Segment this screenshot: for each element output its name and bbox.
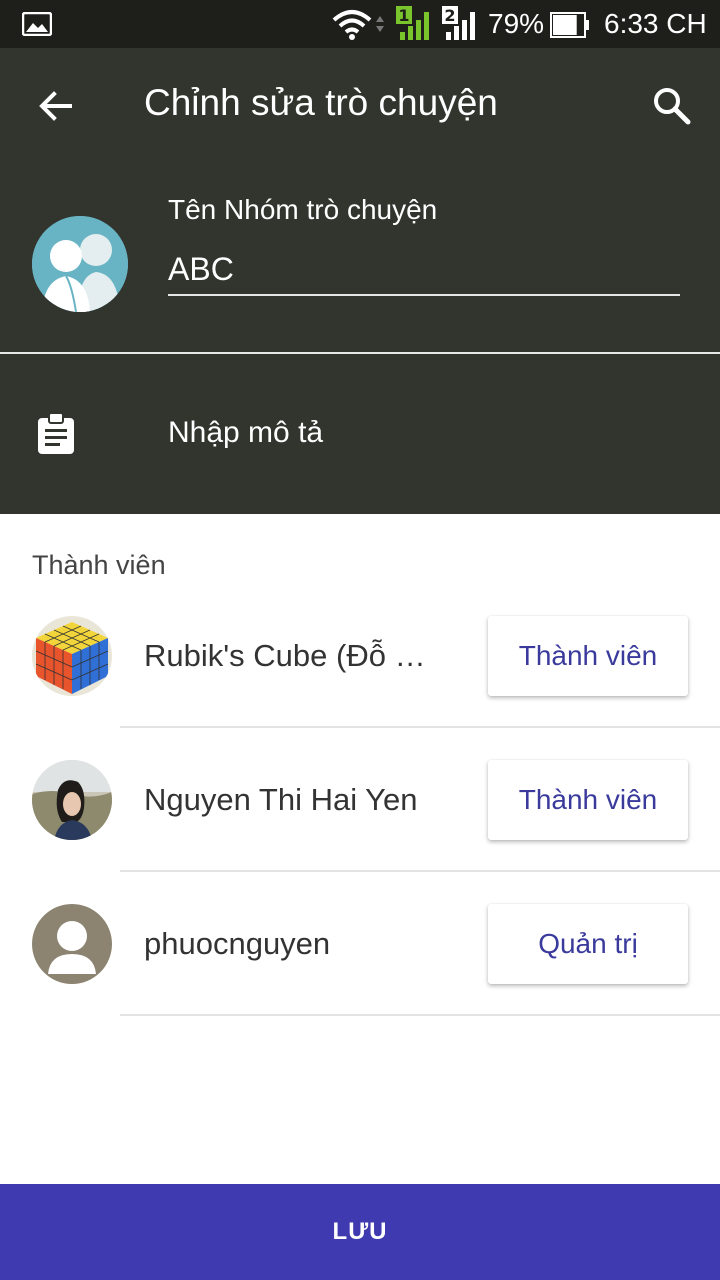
rubiks-cube-avatar-icon <box>32 616 112 696</box>
signal-sim2-icon: 2 <box>442 6 475 40</box>
member-row[interactable]: Nguyen Thi Hai Yen Thành viên <box>0 744 720 888</box>
image-icon <box>22 12 52 36</box>
member-role-button[interactable]: Thành viên <box>488 616 688 696</box>
group-avatar[interactable] <box>32 216 128 312</box>
back-button[interactable] <box>34 84 78 128</box>
sim1-label: 1 <box>398 6 409 25</box>
clipboard-icon <box>38 412 74 454</box>
arrow-left-icon <box>39 91 72 121</box>
chat-header: Chỉnh sửa trò chuyện Tên Nhóm trò chuyện <box>0 48 720 514</box>
members-section-label: Thành viên <box>32 550 166 580</box>
avatar <box>32 616 112 696</box>
group-people-icon <box>32 216 128 312</box>
sim2-label: 2 <box>444 6 455 25</box>
status-bar: 1 2 79% 6:33 CH <box>0 0 720 48</box>
signal-sim1-icon: 1 <box>396 6 429 40</box>
member-name: phuocnguyen <box>144 926 331 961</box>
group-name-input[interactable] <box>168 244 680 296</box>
person-photo-avatar-icon <box>32 760 112 840</box>
battery-percent: 79% <box>488 8 545 39</box>
header-divider <box>0 352 720 354</box>
search-icon <box>654 88 691 125</box>
row-divider <box>120 726 720 728</box>
clock: 6:33 CH <box>604 8 707 39</box>
avatar <box>32 760 112 840</box>
group-name-label: Tên Nhóm trò chuyện <box>168 194 438 225</box>
member-row[interactable]: Rubik's Cube (Đỗ Hoàng) Thành viên <box>0 600 720 744</box>
row-divider <box>120 870 720 872</box>
wifi-icon <box>332 10 384 40</box>
avatar <box>32 904 112 984</box>
description-input[interactable]: Nhập mô tả <box>168 416 323 450</box>
member-role-button[interactable]: Thành viên <box>488 760 688 840</box>
admin-role-button[interactable]: Quản trị <box>488 904 688 984</box>
member-name: Nguyen Thi Hai Yen <box>144 782 418 817</box>
member-row[interactable]: phuocnguyen Quản trị <box>0 888 720 1032</box>
default-user-icon <box>32 904 112 984</box>
member-name: Rubik's Cube (Đỗ Hoàng) <box>144 638 444 673</box>
page-title: Chỉnh sửa trò chuyện <box>144 82 498 123</box>
search-button[interactable] <box>650 84 694 128</box>
row-divider <box>120 1014 720 1016</box>
edit-chat-screen: 1 2 79% 6:33 CH Chỉnh sửa trò chuyện Tên… <box>0 0 720 1280</box>
save-button[interactable]: LƯU <box>0 1184 720 1280</box>
battery-icon <box>550 12 589 38</box>
